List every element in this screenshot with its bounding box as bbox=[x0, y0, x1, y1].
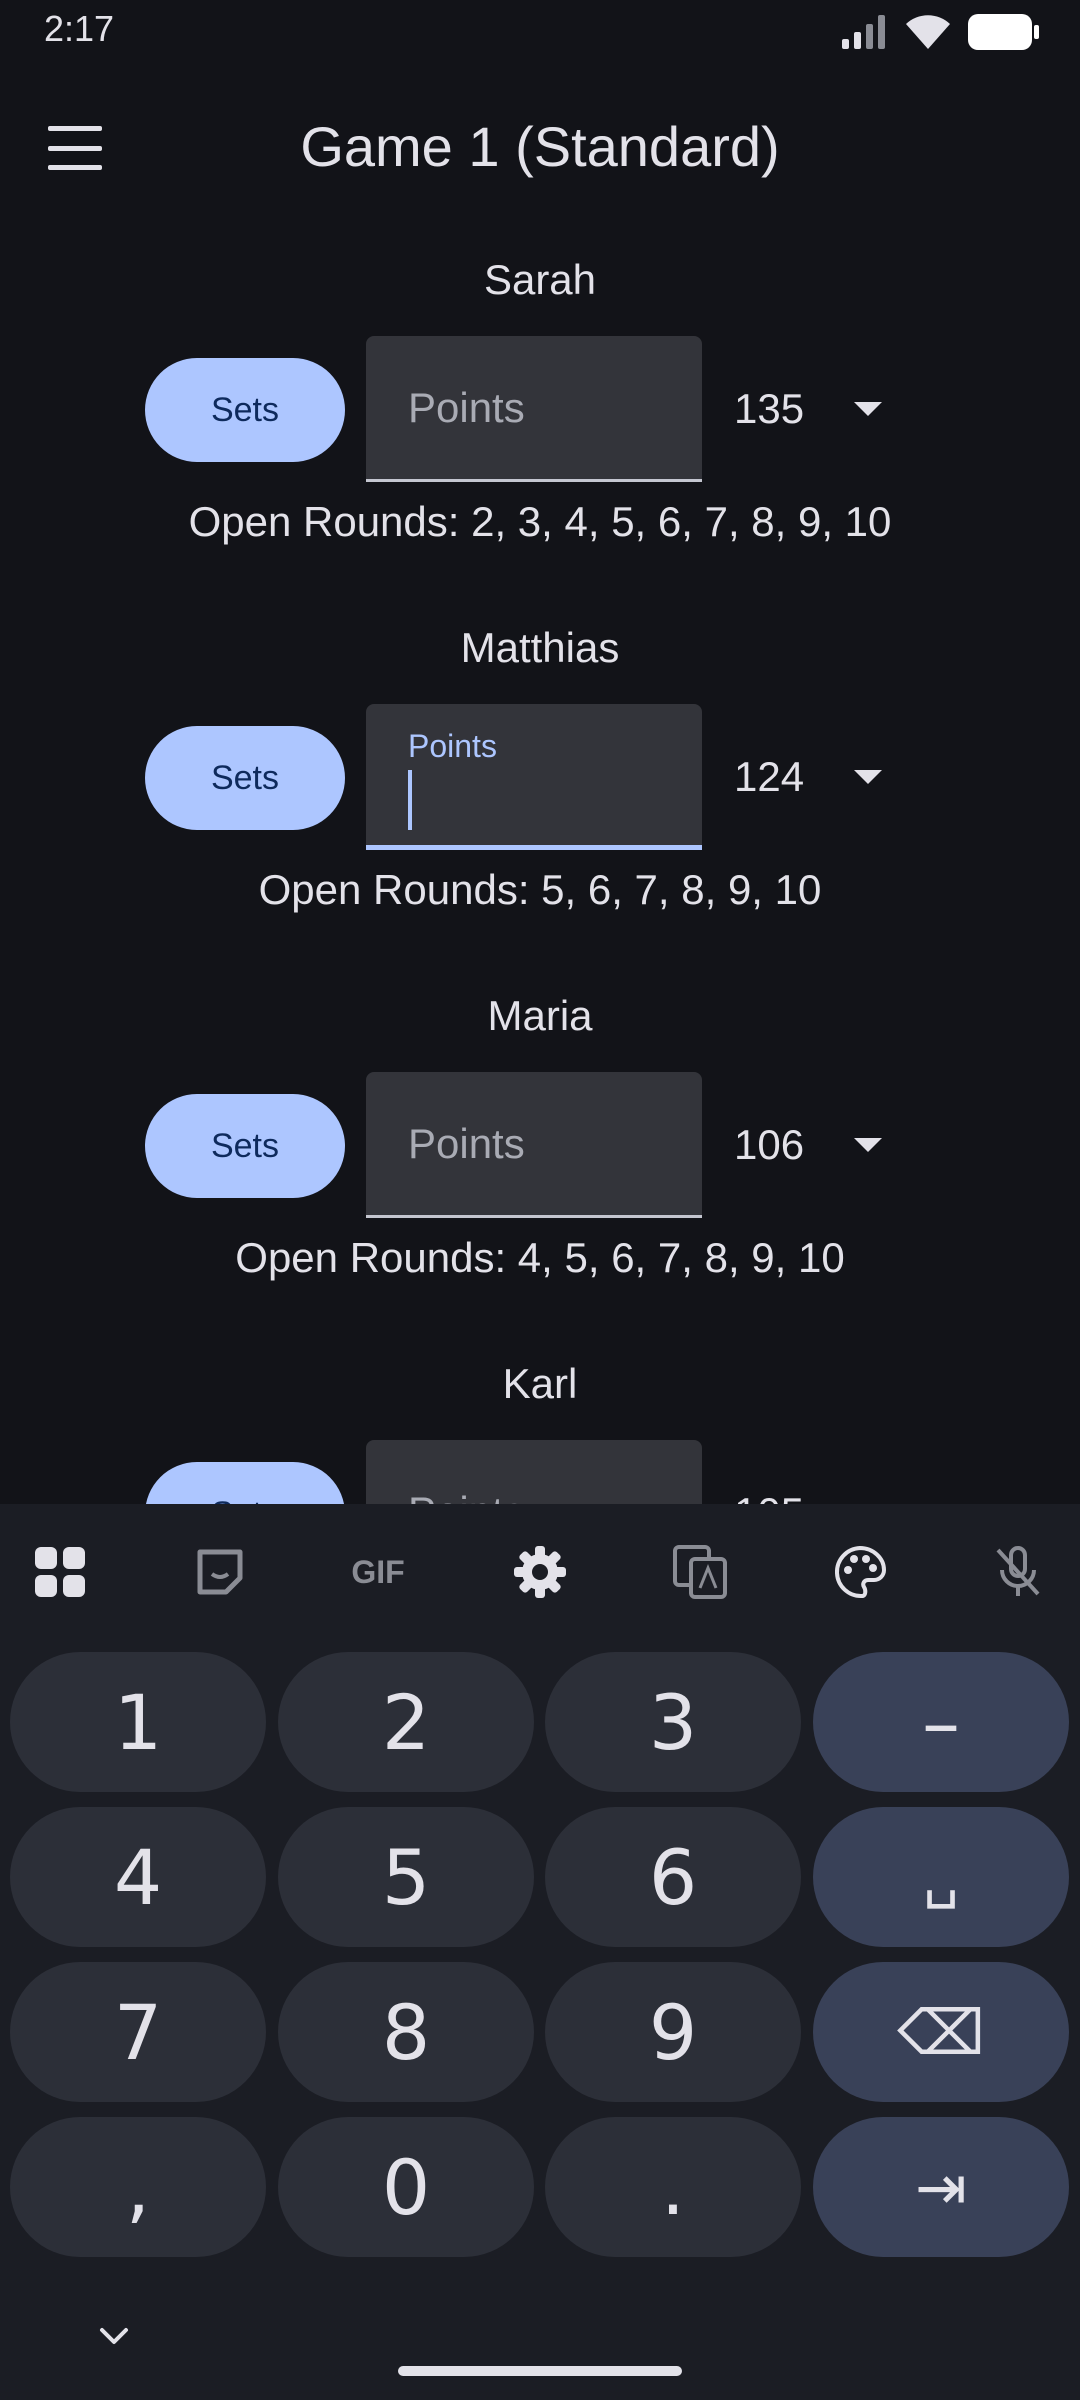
player-name: Karl bbox=[502, 1360, 578, 1407]
key-comma[interactable]: , bbox=[10, 2117, 266, 2257]
player-card: Matthias Sets Points 124 Open Rounds: 5,… bbox=[0, 584, 1080, 952]
points-placeholder: Points bbox=[408, 1488, 525, 1504]
key-space[interactable]: ␣ bbox=[813, 1807, 1069, 1947]
score-dropdown[interactable]: 124 bbox=[734, 734, 904, 820]
player-name: Maria bbox=[487, 992, 593, 1039]
sets-button[interactable]: Sets bbox=[145, 1462, 345, 1504]
points-input[interactable]: Points bbox=[366, 336, 702, 482]
sets-button[interactable]: Sets bbox=[145, 726, 345, 830]
open-rounds: Open Rounds: 5, 6, 7, 8, 9, 10 bbox=[258, 866, 822, 913]
apps-grid-icon[interactable] bbox=[28, 1540, 92, 1604]
points-placeholder: Points bbox=[408, 384, 525, 431]
backspace-key[interactable]: ⌫ bbox=[813, 1962, 1069, 2102]
points-input-focused[interactable]: Points bbox=[366, 704, 702, 850]
status-icons bbox=[842, 10, 1040, 54]
status-time: 2:17 bbox=[44, 8, 115, 49]
battery-icon bbox=[968, 14, 1039, 50]
sticker-icon[interactable] bbox=[188, 1540, 252, 1604]
translate-icon[interactable] bbox=[668, 1540, 732, 1604]
key-7[interactable]: 7 bbox=[10, 1962, 266, 2102]
settings-gear-icon[interactable] bbox=[508, 1540, 572, 1604]
sets-button[interactable]: Sets bbox=[145, 1094, 345, 1198]
key-4[interactable]: 4 bbox=[10, 1807, 266, 1947]
player-card: Karl Sets Points 105 bbox=[0, 1320, 1080, 1504]
dropdown-arrow-icon bbox=[854, 770, 883, 784]
key-2[interactable]: 2 bbox=[278, 1652, 534, 1792]
wifi-icon bbox=[906, 15, 950, 49]
points-input[interactable]: Points bbox=[366, 1072, 702, 1218]
signal-icon bbox=[842, 15, 885, 49]
gif-icon[interactable]: GIF bbox=[342, 1540, 414, 1604]
key-1[interactable]: 1 bbox=[10, 1652, 266, 1792]
dropdown-arrow-icon bbox=[854, 1138, 883, 1152]
key-0[interactable]: 0 bbox=[278, 2117, 534, 2257]
numeric-keyboard: GIF 1 2 3 – 4 5 6 ␣ 7 8 9 ⌫ , 0 . ⇥ bbox=[0, 1504, 1080, 2400]
score-value: 106 bbox=[734, 1121, 805, 1168]
player-list[interactable]: Sarah Sets Points 135 Open Rounds: 2, 3,… bbox=[0, 216, 1080, 1504]
key-minus[interactable]: – bbox=[813, 1652, 1069, 1792]
text-cursor bbox=[408, 770, 412, 830]
player-card: Maria Sets Points 106 Open Rounds: 4, 5,… bbox=[0, 952, 1080, 1320]
palette-icon[interactable] bbox=[828, 1540, 892, 1604]
key-8[interactable]: 8 bbox=[278, 1962, 534, 2102]
score-dropdown[interactable]: 135 bbox=[734, 366, 904, 452]
key-period[interactable]: . bbox=[545, 2117, 801, 2257]
home-indicator[interactable] bbox=[398, 2366, 682, 2376]
player-name: Matthias bbox=[460, 624, 620, 671]
sets-button[interactable]: Sets bbox=[145, 358, 345, 462]
key-5[interactable]: 5 bbox=[278, 1807, 534, 1947]
points-input[interactable]: Points bbox=[366, 1440, 702, 1504]
score-dropdown[interactable]: 106 bbox=[734, 1102, 904, 1188]
gif-label: GIF bbox=[351, 1553, 405, 1590]
score-value: 124 bbox=[734, 753, 805, 800]
key-9[interactable]: 9 bbox=[545, 1962, 801, 2102]
key-3[interactable]: 3 bbox=[545, 1652, 801, 1792]
score-value: 135 bbox=[734, 385, 805, 432]
open-rounds: Open Rounds: 2, 3, 4, 5, 6, 7, 8, 9, 10 bbox=[188, 498, 892, 545]
dropdown-arrow-icon bbox=[854, 402, 883, 416]
chevron-down-icon[interactable] bbox=[94, 2316, 134, 2356]
key-6[interactable]: 6 bbox=[545, 1807, 801, 1947]
open-rounds: Open Rounds: 4, 5, 6, 7, 8, 9, 10 bbox=[235, 1234, 845, 1281]
page-title: Game 1 (Standard) bbox=[300, 115, 780, 178]
player-name: Sarah bbox=[483, 256, 597, 303]
status-bar: 2:17 bbox=[0, 0, 1080, 64]
points-label: Points bbox=[408, 728, 497, 764]
score-value: 105 bbox=[734, 1489, 804, 1504]
app-bar: Game 1 (Standard) bbox=[0, 80, 1080, 216]
mic-off-icon[interactable] bbox=[986, 1540, 1050, 1604]
score-dropdown[interactable]: 105 bbox=[734, 1470, 904, 1504]
player-card: Sarah Sets Points 135 Open Rounds: 2, 3,… bbox=[0, 216, 1080, 584]
tab-next-key[interactable]: ⇥ bbox=[813, 2117, 1069, 2257]
keyboard-toolbar: GIF bbox=[0, 1504, 1080, 1644]
points-placeholder: Points bbox=[408, 1120, 525, 1167]
